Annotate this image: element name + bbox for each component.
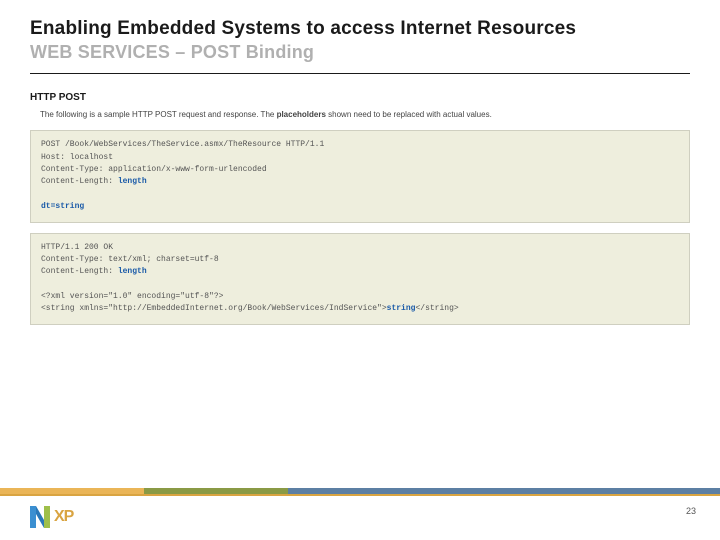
section-description: The following is a sample HTTP POST requ… bbox=[40, 109, 690, 120]
req-line3: Content-Type: application/x-www-form-url… bbox=[41, 165, 267, 174]
title-sub: WEB SERVICES – POST Binding bbox=[30, 42, 690, 63]
res-line3a: Content-Length: bbox=[41, 267, 118, 276]
req-string-placeholder: string bbox=[55, 202, 84, 211]
req-line2: Host: localhost bbox=[41, 153, 113, 162]
code-request-box: POST /Book/WebServices/TheService.asmx/T… bbox=[30, 130, 690, 222]
slide-header: Enabling Embedded Systems to access Inte… bbox=[0, 0, 720, 67]
res-line4: <?xml version="1.0" encoding="utf-8"?> bbox=[41, 292, 223, 301]
res-line5a: <string xmlns="http://EmbeddedInternet.o… bbox=[41, 304, 387, 313]
res-length-placeholder: length bbox=[118, 267, 147, 276]
req-line4a: Content-Length: bbox=[41, 177, 118, 186]
desc-text-post: shown need to be replaced with actual va… bbox=[326, 110, 492, 119]
res-string-placeholder: string bbox=[387, 304, 416, 313]
req-line1: POST /Book/WebServices/TheService.asmx/T… bbox=[41, 140, 324, 149]
slide-content: HTTP POST The following is a sample HTTP… bbox=[0, 74, 720, 325]
logo-xp-text: XP bbox=[54, 508, 73, 526]
res-line5b: </string> bbox=[415, 304, 458, 313]
logo-n-icon bbox=[30, 506, 50, 528]
page-number: 23 bbox=[686, 506, 696, 516]
section-http-post-label: HTTP POST bbox=[30, 92, 690, 103]
res-line1: HTTP/1.1 200 OK bbox=[41, 243, 113, 252]
desc-text-bold: placeholders bbox=[277, 110, 326, 119]
desc-text-pre: The following is a sample HTTP POST requ… bbox=[40, 110, 277, 119]
code-response-box: HTTP/1.1 200 OK Content-Type: text/xml; … bbox=[30, 233, 690, 325]
req-length-placeholder: length bbox=[118, 177, 147, 186]
nxp-logo: XP bbox=[30, 506, 73, 528]
title-main: Enabling Embedded Systems to access Inte… bbox=[30, 18, 690, 40]
footer-gold-underline bbox=[0, 494, 720, 496]
req-dt-prefix: dt= bbox=[41, 202, 55, 211]
slide: Enabling Embedded Systems to access Inte… bbox=[0, 0, 720, 540]
res-line2: Content-Type: text/xml; charset=utf-8 bbox=[41, 255, 219, 264]
